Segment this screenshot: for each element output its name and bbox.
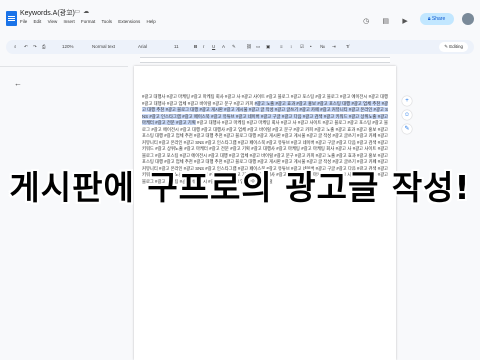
comment-icon[interactable]: ▤ bbox=[381, 17, 391, 27]
underline-icon[interactable]: U bbox=[212, 40, 215, 54]
search-menus-icon[interactable]: ⌕ bbox=[14, 40, 17, 54]
font-select[interactable]: Arial bbox=[138, 40, 147, 54]
title-bar: Keywords.A(광고) ☆▭☁ File Edit View Insert… bbox=[0, 0, 480, 40]
formatting-toolbar: ⌕ ↶ ↷ ⎙ 120% Normal text Arial 11 B I U … bbox=[6, 40, 474, 54]
line-spacing-icon[interactable]: ↕ bbox=[290, 40, 292, 54]
menu-insert[interactable]: Insert bbox=[64, 19, 75, 24]
editing-mode-select[interactable]: ✎ Editing bbox=[439, 42, 468, 52]
menu-extensions[interactable]: Extensions bbox=[118, 19, 140, 24]
suggest-icon[interactable]: ✎ bbox=[402, 124, 412, 134]
zoom-select[interactable]: 120% bbox=[62, 40, 74, 54]
clear-format-icon[interactable]: T̸ bbox=[346, 40, 349, 54]
italic-icon[interactable]: I bbox=[203, 40, 204, 54]
menu-help[interactable]: Help bbox=[147, 19, 156, 24]
image-icon[interactable]: ▣ bbox=[266, 40, 270, 54]
docs-logo-icon[interactable] bbox=[6, 11, 17, 26]
align-icon[interactable]: ≡ bbox=[280, 40, 283, 54]
lock-icon: 🔒︎ bbox=[427, 15, 431, 22]
floating-actions: + ☺ ✎ bbox=[402, 96, 414, 138]
menu-bar: File Edit View Insert Format Tools Exten… bbox=[20, 19, 161, 24]
font-size-input[interactable]: 11 bbox=[174, 40, 179, 54]
share-button[interactable]: 🔒︎ Share bbox=[419, 12, 454, 25]
menu-format[interactable]: Format bbox=[81, 19, 95, 24]
video-icon[interactable]: ▶ bbox=[400, 17, 410, 27]
header-actions: ◷ ▤ ▶ 🔒︎ Share bbox=[361, 10, 474, 28]
move-icon[interactable]: ▭ bbox=[74, 9, 83, 15]
editing-mode-label: Editing bbox=[449, 44, 463, 49]
indent-icon[interactable]: ⇥ bbox=[332, 40, 336, 54]
insert-comment-icon[interactable]: ▭ bbox=[256, 40, 260, 54]
menu-view[interactable]: View bbox=[48, 19, 58, 24]
menu-file[interactable]: File bbox=[20, 19, 27, 24]
menu-tools[interactable]: Tools bbox=[101, 19, 112, 24]
ruler[interactable] bbox=[0, 55, 480, 65]
menu-edit[interactable]: Edit bbox=[34, 19, 42, 24]
style-select[interactable]: Normal text bbox=[92, 40, 115, 54]
add-comment-icon[interactable]: + bbox=[402, 96, 412, 106]
title-icons: ☆▭☁ bbox=[66, 8, 92, 15]
cloud-icon[interactable]: ☁ bbox=[83, 9, 92, 15]
redo-icon[interactable]: ↷ bbox=[33, 40, 37, 54]
emoji-icon[interactable]: ☺ bbox=[402, 110, 412, 120]
overlay-caption: 게시판에 구프로의 광고글 작성! bbox=[9, 168, 471, 207]
text-color-icon[interactable]: A bbox=[222, 40, 225, 54]
highlight-icon[interactable]: ✎ bbox=[232, 40, 236, 54]
link-icon[interactable]: ⛓ bbox=[246, 40, 252, 54]
bold-icon[interactable]: B bbox=[194, 40, 197, 54]
numbered-list-icon[interactable]: № bbox=[320, 40, 325, 54]
avatar[interactable] bbox=[462, 12, 474, 25]
collapse-arrow-icon[interactable]: ← bbox=[14, 79, 22, 88]
google-docs-window: Keywords.A(광고) ☆▭☁ File Edit View Insert… bbox=[0, 0, 480, 360]
share-label: Share bbox=[431, 15, 446, 22]
ruler-page-area bbox=[140, 57, 390, 63]
history-icon[interactable]: ◷ bbox=[361, 17, 371, 27]
checklist-icon[interactable]: ☑ bbox=[300, 40, 304, 54]
bullet-list-icon[interactable]: • bbox=[310, 40, 312, 54]
print-icon[interactable]: ⎙ bbox=[42, 40, 46, 54]
undo-icon[interactable]: ↶ bbox=[24, 40, 28, 54]
